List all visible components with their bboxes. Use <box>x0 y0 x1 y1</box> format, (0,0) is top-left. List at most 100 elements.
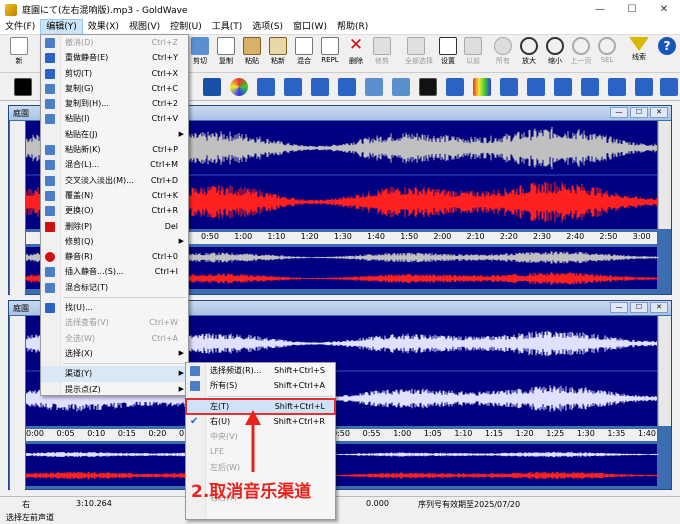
select-channel-icon <box>190 366 200 376</box>
overwrite-icon <box>45 190 55 201</box>
new-button[interactable]: 新 <box>8 35 30 66</box>
equalizer-icon[interactable] <box>365 78 383 96</box>
menu-window[interactable]: 窗口(W) <box>288 19 332 35</box>
prev-page-button[interactable]: 上一页 <box>570 35 592 66</box>
close-button[interactable]: ✕ <box>648 0 680 19</box>
sw1-channel-controls[interactable] <box>10 121 25 295</box>
pitch-icon[interactable] <box>527 78 545 96</box>
edit-menu-item[interactable]: 删除(P) Del <box>41 219 188 234</box>
ruler-tick: 1:40 <box>638 429 656 438</box>
edit-menu-item[interactable]: 提示点(Z) ▶ <box>41 382 188 397</box>
previous-button[interactable]: 以前 <box>462 35 484 66</box>
sliders-icon[interactable] <box>392 78 410 96</box>
mix-label: 混合 <box>297 57 311 65</box>
edit-menu-item[interactable]: 重做静音(E) Ctrl+Y <box>41 50 188 65</box>
volume-up-icon[interactable] <box>635 78 653 96</box>
crossfade-icon <box>45 175 55 186</box>
play-from-icon[interactable] <box>608 78 626 96</box>
channel-icon[interactable] <box>554 78 572 96</box>
channel-menu-item[interactable]: 选择频道(R)... Shift+Ctrl+S <box>186 363 335 378</box>
channel-menu-separator <box>208 395 333 397</box>
sw2-close-button[interactable]: ✕ <box>650 302 668 313</box>
right-arrow-icon[interactable] <box>311 78 329 96</box>
volume-down-icon[interactable] <box>660 78 678 96</box>
menu-file[interactable]: 文件(F) <box>0 19 40 35</box>
compress-arrows-icon[interactable] <box>284 78 302 96</box>
color-wheel-icon[interactable] <box>230 78 248 96</box>
menu-control[interactable]: 控制(U) <box>165 19 207 35</box>
all-button[interactable]: 所有 <box>492 35 514 66</box>
replace-button[interactable]: REPL <box>319 35 341 64</box>
edit-menu-item[interactable]: 混合标记(T) <box>41 280 188 295</box>
edit-menu-item[interactable]: 交叉淡入淡出(M)... Ctrl+D <box>41 173 188 188</box>
menu-options[interactable]: 选项(S) <box>247 19 288 35</box>
all-channels-icon <box>190 381 200 392</box>
sw1-close-button[interactable]: ✕ <box>650 107 668 118</box>
spectrum-icon[interactable] <box>419 78 437 96</box>
sel-button[interactable]: SEL <box>596 35 618 64</box>
sw1-maximize-button[interactable]: ☐ <box>630 107 648 118</box>
cue-button[interactable]: 线索 <box>628 35 650 62</box>
trim-icon <box>373 37 391 55</box>
channel-menu-item[interactable]: 所有(S) Shift+Ctrl+A <box>186 378 335 393</box>
edit-menu-item[interactable]: 插入静音...(S)... Ctrl+I <box>41 264 188 279</box>
zoom-in-button[interactable]: 放大 <box>518 35 540 66</box>
sw2-vertical-scrollbar[interactable] <box>658 316 671 426</box>
fade-icon[interactable] <box>581 78 599 96</box>
channel-menu-item-label: 左后(W) <box>210 462 241 472</box>
sw2-channel-controls[interactable] <box>10 316 25 490</box>
status-position: 0.000 <box>366 499 389 508</box>
filter-icon[interactable] <box>446 78 464 96</box>
sw2-overview[interactable] <box>25 444 659 486</box>
edit-menu-item[interactable]: 更换(O) Ctrl+R <box>41 203 188 218</box>
trim-button[interactable]: 修剪 <box>371 35 393 66</box>
edit-menu-item-label: 粘贴新(K) <box>65 145 101 155</box>
edit-menu-item-shortcut: Ctrl+V <box>151 114 178 124</box>
select-all-button[interactable]: 全部选择 <box>405 35 433 66</box>
delete-button[interactable]: ✕ 删除 <box>345 35 367 66</box>
left-arrow-icon[interactable] <box>338 78 356 96</box>
settings-button[interactable]: 设置 <box>437 35 459 66</box>
edit-menu-item[interactable]: 静音(R) Ctrl+0 <box>41 249 188 264</box>
minimize-button[interactable]: — <box>584 0 616 19</box>
menu-help[interactable]: 帮助(R) <box>332 19 373 35</box>
rainbow-icon[interactable] <box>473 78 491 96</box>
edit-menu-item[interactable]: 粘贴(I) Ctrl+V <box>41 111 188 126</box>
cut-button[interactable]: 剪切 <box>189 35 211 66</box>
mix-button[interactable]: 混合 <box>293 35 315 66</box>
ruler-tick: 1:40 <box>367 232 385 241</box>
edit-menu-item-shortcut: Ctrl+K <box>151 190 178 200</box>
edit-menu-item[interactable]: 渠道(Y) ▶ <box>41 366 188 382</box>
menu-effects[interactable]: 效果(X) <box>83 19 124 35</box>
ruler-tick: 0:20 <box>148 429 167 438</box>
menu-tools[interactable]: 工具(T) <box>207 19 248 35</box>
edit-menu-item[interactable]: 复制到(H)... Ctrl+2 <box>41 96 188 111</box>
sw2-minimize-button[interactable]: — <box>610 302 628 313</box>
edit-menu-item[interactable]: 选择(X) ▶ <box>41 346 188 361</box>
edit-menu-item[interactable]: 修剪(Q) ▶ <box>41 234 188 249</box>
sw1-vertical-scrollbar[interactable] <box>658 121 671 229</box>
edit-menu-item-label: 复制(G) <box>65 83 94 93</box>
paste-button[interactable]: 粘贴 <box>241 35 263 66</box>
menu-edit[interactable]: 编辑(Y) <box>40 18 83 35</box>
paste-new-button[interactable]: 粘新 <box>267 35 289 66</box>
edit-menu-item[interactable]: 复制(G) Ctrl+C <box>41 81 188 96</box>
edit-menu-item[interactable]: 找(U)... <box>41 300 188 315</box>
effect-sparkle-icon[interactable] <box>203 78 221 96</box>
menu-view[interactable]: 视图(V) <box>124 19 165 35</box>
maximize-button[interactable]: ☐ <box>616 0 648 19</box>
edit-menu-item[interactable]: 覆盖(N) Ctrl+K <box>41 188 188 203</box>
help-button[interactable]: ? <box>656 35 678 55</box>
copy-button[interactable]: 复制 <box>215 35 237 66</box>
edit-menu-item[interactable]: 剪切(T) Ctrl+X <box>41 66 188 81</box>
sw2-maximize-button[interactable]: ☐ <box>630 302 648 313</box>
edit-menu-item[interactable]: 混合(L)... Ctrl+M <box>41 157 188 172</box>
delete-icon <box>45 221 55 232</box>
waveform-edit-icon[interactable] <box>500 78 518 96</box>
expand-arrows-icon[interactable] <box>257 78 275 96</box>
stop-record-icon[interactable] <box>14 78 32 96</box>
zoom-out-button[interactable]: 缩小 <box>544 35 566 66</box>
edit-menu-item[interactable]: 粘贴在(J) ▶ <box>41 127 188 142</box>
sw1-minimize-button[interactable]: — <box>610 107 628 118</box>
edit-menu-item[interactable]: 粘贴新(K) Ctrl+P <box>41 142 188 157</box>
